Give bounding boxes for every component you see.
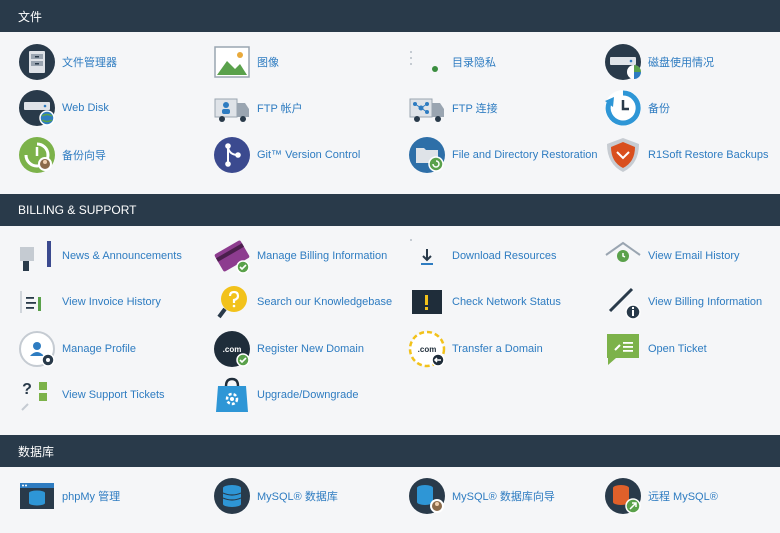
backup-link[interactable]: 备份 <box>604 88 670 128</box>
item-label: View Email History <box>648 250 740 262</box>
backup-wizard-link[interactable]: 备份向导 <box>18 135 106 175</box>
item-label: phpMy 管理 <box>62 491 121 503</box>
image-icon <box>213 43 251 81</box>
item-label: Open Ticket <box>648 343 707 355</box>
item-label: Manage Billing Information <box>257 250 388 262</box>
item-label: 备份向导 <box>62 150 106 162</box>
backup-icon <box>604 89 642 127</box>
news-announcements-link[interactable]: News & Announcements <box>18 236 182 276</box>
ftp-connections-icon <box>408 89 446 127</box>
register-domain-icon: .com <box>213 330 251 368</box>
file-directory-restoration-link[interactable]: File and Directory Restoration <box>408 135 598 175</box>
view-email-history-link[interactable]: View Email History <box>604 236 740 276</box>
credit-card-icon <box>213 237 251 275</box>
directory-privacy-link[interactable]: 目录隐私 <box>408 42 496 82</box>
invoice-icon <box>18 283 56 321</box>
upgrade-bag-icon <box>213 376 251 414</box>
support-tickets-icon: ? <box>18 376 56 414</box>
item-label: 目录隐私 <box>452 57 496 69</box>
register-new-domain-link[interactable]: .com Register New Domain <box>213 329 364 369</box>
item-label: MySQL® 数据库向导 <box>452 491 555 503</box>
remote-mysql-icon <box>604 477 642 515</box>
file-manager-link[interactable]: 文件管理器 <box>18 42 117 82</box>
open-ticket-link[interactable]: Open Ticket <box>604 329 707 369</box>
disk-usage-link[interactable]: 磁盘使用情况 <box>604 42 714 82</box>
item-label: Transfer a Domain <box>452 343 543 355</box>
billing-info-icon <box>604 283 642 321</box>
item-label: R1Soft Restore Backups <box>648 149 769 161</box>
item-label: FTP 连接 <box>452 103 498 115</box>
file-cabinet-icon <box>18 43 56 81</box>
transfer-domain-link[interactable]: .com Transfer a Domain <box>408 329 543 369</box>
item-label: Download Resources <box>452 250 557 262</box>
download-icon <box>408 237 446 275</box>
section-header-billing-support[interactable]: BILLING & SUPPORT <box>0 194 780 226</box>
view-billing-information-link[interactable]: View Billing Information <box>604 282 762 322</box>
mysql-databases-link[interactable]: MySQL® 数据库 <box>213 476 338 516</box>
r1soft-shield-icon <box>604 136 642 174</box>
backup-wizard-icon <box>18 136 56 174</box>
mysql-database-wizard-link[interactable]: MySQL® 数据库向导 <box>408 476 555 516</box>
network-status-icon <box>408 283 446 321</box>
item-label: 备份 <box>648 103 670 115</box>
git-version-control-link[interactable]: Git™ Version Control <box>213 135 360 175</box>
section-header-databases[interactable]: 数据库 <box>0 435 780 467</box>
item-label: File and Directory Restoration <box>452 149 598 161</box>
section-title: 文件 <box>18 9 43 24</box>
item-label: Search our Knowledgebase <box>257 296 393 308</box>
item-label: Check Network Status <box>452 296 561 308</box>
item-label: View Billing Information <box>648 296 763 308</box>
email-history-icon <box>604 237 642 275</box>
ftp-connections-link[interactable]: FTP 连接 <box>408 88 498 128</box>
domain-badge-text: .com <box>418 345 437 354</box>
ftp-account-icon <box>213 89 251 127</box>
search-knowledgebase-link[interactable]: Search our Knowledgebase <box>213 282 392 322</box>
check-network-status-link[interactable]: Check Network Status <box>408 282 561 322</box>
item-label: 磁盘使用情况 <box>648 57 714 69</box>
svg-text:?: ? <box>22 381 32 398</box>
item-label: 远程 MySQL® <box>648 491 718 503</box>
manage-profile-link[interactable]: Manage Profile <box>18 329 136 369</box>
web-disk-icon <box>18 89 56 127</box>
item-label: Upgrade/Downgrade <box>257 389 359 401</box>
view-invoice-history-link[interactable]: View Invoice History <box>18 282 161 322</box>
section-title: 数据库 <box>18 444 55 459</box>
r1soft-restore-link[interactable]: R1Soft Restore Backups <box>604 135 768 175</box>
ftp-accounts-link[interactable]: FTP 帐户 <box>213 88 303 128</box>
images-link[interactable]: 图像 <box>213 42 279 82</box>
file-restore-icon <box>408 136 446 174</box>
phpmyadmin-link[interactable]: phpMy 管理 <box>18 476 120 516</box>
web-disk-link[interactable]: Web Disk <box>18 88 109 128</box>
upgrade-downgrade-link[interactable]: Upgrade/Downgrade <box>213 375 359 415</box>
item-label: MySQL® 数据库 <box>257 491 338 503</box>
domain-badge-text: .com <box>223 345 242 354</box>
mysql-wizard-icon <box>408 477 446 515</box>
megaphone-icon <box>18 237 56 275</box>
item-label: Git™ Version Control <box>257 149 361 161</box>
download-resources-link[interactable]: Download Resources <box>408 236 557 276</box>
item-label: Web Disk <box>62 102 109 114</box>
item-label: News & Announcements <box>62 250 182 262</box>
item-label: 图像 <box>257 57 279 69</box>
section-header-files[interactable]: 文件 <box>0 0 780 32</box>
item-label: FTP 帐户 <box>257 103 303 115</box>
profile-icon <box>18 330 56 368</box>
item-label: 文件管理器 <box>62 57 117 69</box>
open-ticket-icon <box>604 330 642 368</box>
phpmyadmin-icon <box>18 477 56 515</box>
item-label: View Support Tickets <box>62 389 165 401</box>
knowledgebase-icon <box>213 283 251 321</box>
transfer-domain-icon: .com <box>408 330 446 368</box>
section-title: BILLING & SUPPORT <box>18 203 137 217</box>
directory-privacy-icon <box>408 43 446 81</box>
item-label: View Invoice History <box>62 296 161 308</box>
item-label: Manage Profile <box>62 343 136 355</box>
manage-billing-link[interactable]: Manage Billing Information <box>213 236 387 276</box>
view-support-tickets-link[interactable]: ? View Support Tickets <box>18 375 165 415</box>
item-label: Register New Domain <box>257 343 364 355</box>
disk-usage-icon <box>604 43 642 81</box>
mysql-database-icon <box>213 477 251 515</box>
git-icon <box>213 136 251 174</box>
remote-mysql-link[interactable]: 远程 MySQL® <box>604 476 718 516</box>
